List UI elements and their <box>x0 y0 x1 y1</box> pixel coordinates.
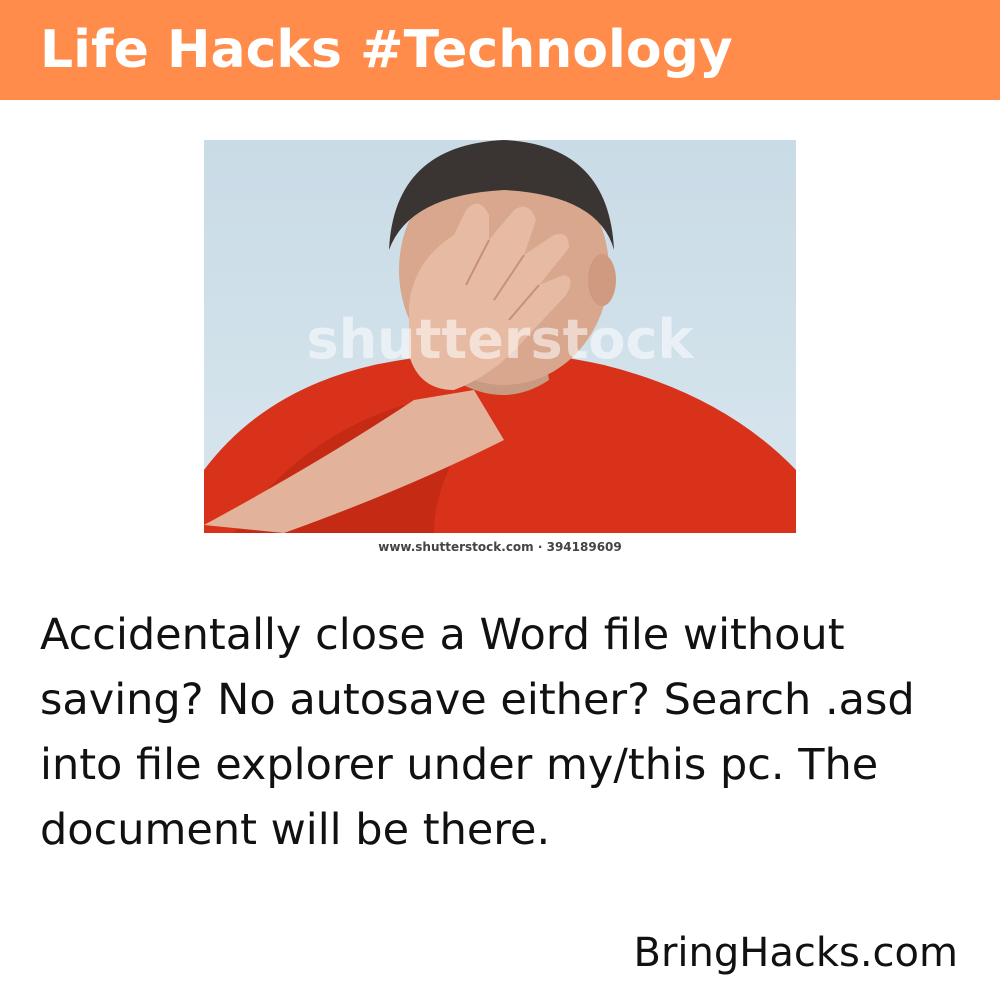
page-title: Life Hacks #Technology <box>40 20 733 80</box>
photo-credit: www.shutterstock.com · 394189609 <box>378 540 622 554</box>
header-banner: Life Hacks #Technology <box>0 0 1000 100</box>
watermark: shutterstock <box>307 308 695 371</box>
stock-photo: shutterstock <box>204 140 796 533</box>
tip-text: Accidentally close a Word file without s… <box>40 610 915 855</box>
brand-label: BringHacks.com <box>633 930 958 976</box>
